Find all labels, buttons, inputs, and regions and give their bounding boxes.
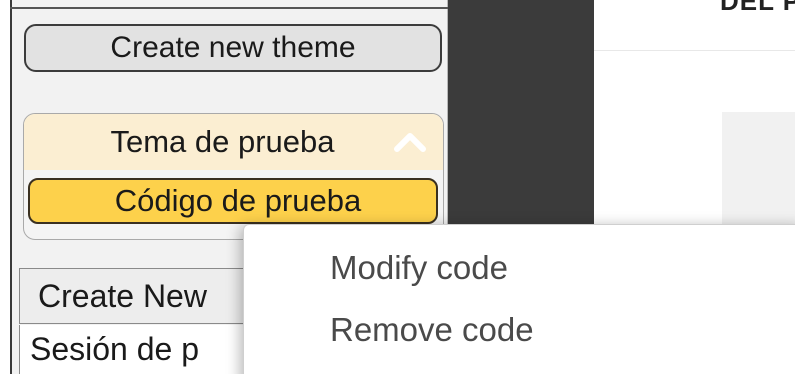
theme-header[interactable]: Tema de prueba bbox=[24, 114, 443, 170]
sidebar-top-divider bbox=[10, 7, 448, 9]
theme-title: Tema de prueba bbox=[110, 124, 335, 159]
menu-item-remove-code[interactable]: Remove code bbox=[330, 311, 534, 349]
main-header-text: DEL P bbox=[720, 0, 795, 16]
menu-item-modify-code[interactable]: Modify code bbox=[330, 249, 508, 287]
app-window: Create new theme Tema de prueba Código d… bbox=[0, 0, 795, 374]
create-theme-button[interactable]: Create new theme bbox=[24, 24, 442, 72]
code-item-selected[interactable]: Código de prueba bbox=[28, 178, 438, 224]
context-menu: Modify code Remove code bbox=[243, 224, 795, 374]
main-header-divider bbox=[594, 50, 795, 51]
chevron-up-icon[interactable] bbox=[393, 128, 427, 154]
theme-group: Tema de prueba Código de prueba bbox=[23, 113, 444, 240]
